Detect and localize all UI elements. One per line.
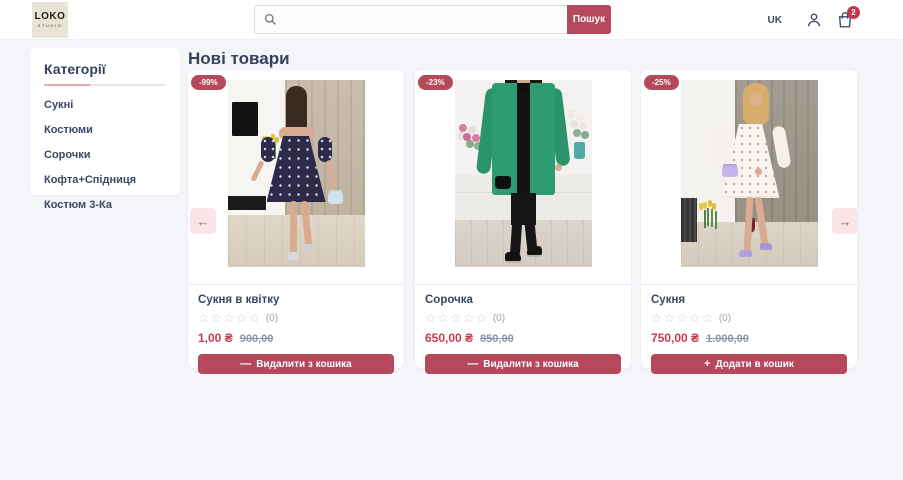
minus-icon: — xyxy=(240,358,252,370)
language-selector[interactable]: UK xyxy=(768,15,792,26)
discount-badge: -23% xyxy=(418,75,453,90)
sidebar-item-sweater-skirt[interactable]: Кофта+Спідниця xyxy=(44,174,166,186)
product-title[interactable]: Сукня в квітку xyxy=(198,294,394,306)
cart-button[interactable]: 2 xyxy=(836,6,860,29)
sidebar-item-shirts[interactable]: Сорочки xyxy=(44,149,166,161)
star-icon: ☆ xyxy=(437,311,449,325)
product-photo-white-dress xyxy=(680,80,818,267)
product-photo-green-shirt xyxy=(454,80,592,267)
star-icon: ☆ xyxy=(476,311,487,325)
product-old-price: 850,00 xyxy=(480,333,514,345)
language-label: UK xyxy=(767,14,782,26)
arrow-left-icon: ← xyxy=(196,213,210,229)
star-icon: ☆ xyxy=(210,311,222,325)
product-card: -23% Сорочка ☆ ☆ ☆ ☆ ☆ (0) 650,00 ₴ 850,… xyxy=(415,70,631,374)
categories-sidebar: Категорії Сукні Костюми Сорочки Кофта+Сп… xyxy=(30,48,180,211)
rating-row: ☆ ☆ ☆ ☆ ☆ (0) xyxy=(425,312,621,324)
star-icon: ☆ xyxy=(249,311,260,325)
page-title: Нові товари xyxy=(188,49,290,68)
star-icon: ☆ xyxy=(676,311,688,325)
logo[interactable]: LOKO STUDIO xyxy=(32,2,68,38)
cart-count-badge: 2 xyxy=(847,6,860,19)
search-input[interactable] xyxy=(255,6,567,33)
search-bar: Пошук xyxy=(254,5,611,34)
star-icon: ☆ xyxy=(198,311,209,325)
star-icon: ☆ xyxy=(463,311,475,325)
sidebar-divider xyxy=(44,84,166,86)
sidebar-item-dresses[interactable]: Сукні xyxy=(44,99,166,111)
search-button[interactable]: Пошук xyxy=(567,5,611,34)
star-icon: ☆ xyxy=(651,311,662,325)
header-actions: UK 2 xyxy=(768,0,860,40)
product-image[interactable] xyxy=(415,70,631,285)
carousel-next-button[interactable]: → xyxy=(832,208,858,234)
rating-count: (0) xyxy=(718,312,732,324)
search-box xyxy=(254,5,567,34)
product-price: 650,00 ₴ xyxy=(425,331,474,345)
product-price: 1,00 ₴ xyxy=(198,331,233,345)
sidebar-item-suits[interactable]: Костюми xyxy=(44,124,166,136)
product-old-price: 1.000,00 xyxy=(706,333,749,345)
star-icon: ☆ xyxy=(663,311,675,325)
rating-count: (0) xyxy=(492,312,506,324)
cart-button-label: Додати в кошик xyxy=(715,358,794,370)
rating-row: ☆ ☆ ☆ ☆ ☆ (0) xyxy=(651,312,847,324)
star-icon: ☆ xyxy=(425,311,436,325)
star-icon: ☆ xyxy=(223,311,235,325)
product-photo-dress-polkadot xyxy=(227,80,365,267)
product-price: 750,00 ₴ xyxy=(651,331,700,345)
header: LOKO STUDIO Пошук UK 2 xyxy=(0,0,903,40)
logo-subtitle: STUDIO xyxy=(37,23,63,28)
add-to-cart-button[interactable]: + Додати в кошик xyxy=(651,354,847,374)
arrow-right-icon: → xyxy=(838,213,852,229)
carousel-prev-button[interactable]: ← xyxy=(190,208,216,234)
rating-row: ☆ ☆ ☆ ☆ ☆ (0) xyxy=(198,312,394,324)
discount-badge: -99% xyxy=(191,75,226,90)
discount-badge: -25% xyxy=(644,75,679,90)
minus-icon: — xyxy=(467,358,479,370)
cart-button-label: Видалити з кошика xyxy=(483,358,579,370)
plus-icon: + xyxy=(704,358,711,370)
sidebar-item-suit-3[interactable]: Костюм 3-Ка xyxy=(44,199,166,211)
remove-from-cart-button[interactable]: — Видалити з кошика xyxy=(198,354,394,374)
product-card: -25% Сукня ☆ ☆ ☆ ☆ ☆ (0) 750,00 ₴ 1.000,… xyxy=(641,70,857,374)
remove-from-cart-button[interactable]: — Видалити з кошика xyxy=(425,354,621,374)
product-old-price: 900,00 xyxy=(239,333,274,345)
product-image[interactable] xyxy=(641,70,857,285)
search-icon xyxy=(264,13,277,26)
sidebar-title: Категорії xyxy=(44,61,106,77)
star-icon: ☆ xyxy=(236,311,248,325)
product-title[interactable]: Сукня xyxy=(651,294,847,306)
account-button[interactable] xyxy=(805,11,823,29)
product-image[interactable] xyxy=(188,70,404,285)
star-icon: ☆ xyxy=(689,311,701,325)
product-card: -99% Сукня в квітку ☆ ☆ ☆ ☆ ☆ (0) 1,00 ₴… xyxy=(188,70,404,374)
cart-button-label: Видалити з кошика xyxy=(256,358,352,370)
product-title[interactable]: Сорочка xyxy=(425,294,621,306)
logo-title: LOKO xyxy=(34,11,66,22)
star-icon: ☆ xyxy=(450,311,462,325)
star-icon: ☆ xyxy=(702,311,713,325)
rating-count: (0) xyxy=(265,312,279,324)
